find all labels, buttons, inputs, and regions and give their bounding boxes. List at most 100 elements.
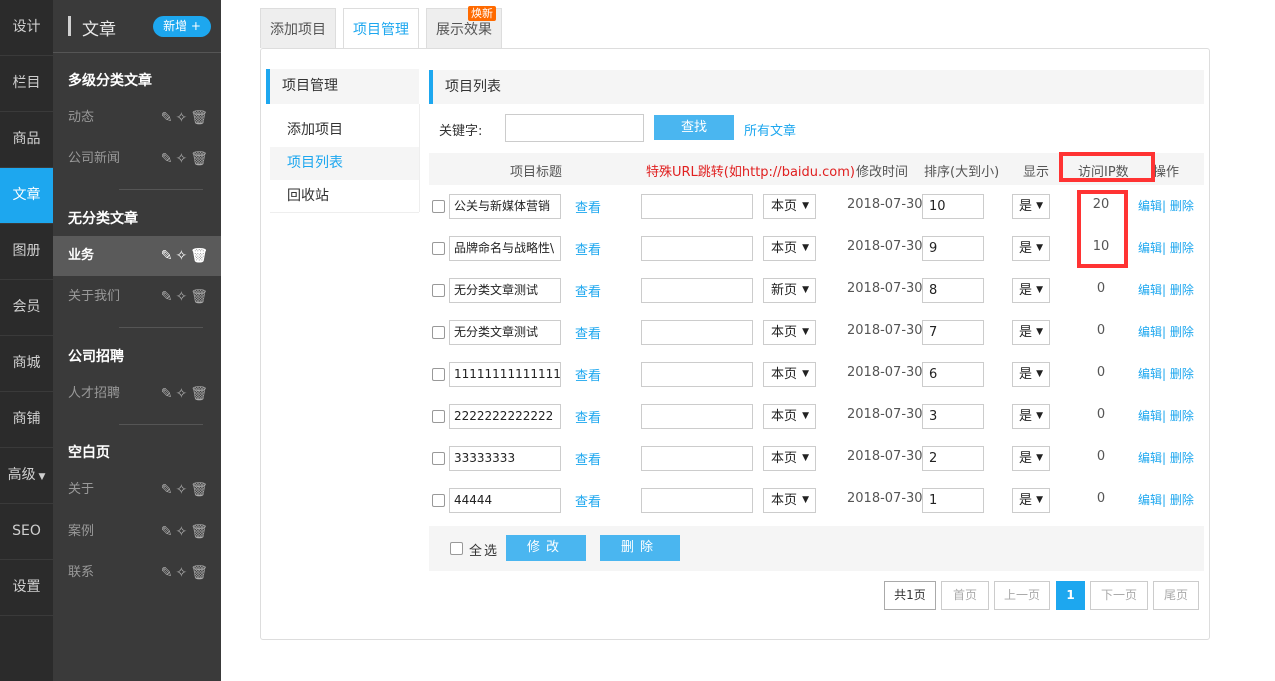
delete-link[interactable]: 删除 <box>1170 493 1194 507</box>
row-checkbox[interactable] <box>432 368 445 381</box>
order-field[interactable]: 3 <box>922 404 984 429</box>
trash-icon[interactable]: 🗑 <box>190 386 211 402</box>
view-link[interactable]: 查看 <box>575 491 601 510</box>
tab-project-manage[interactable]: 项目管理 <box>343 8 419 49</box>
url-field[interactable] <box>641 362 753 387</box>
show-select[interactable]: 是 ▼ <box>1012 278 1050 303</box>
select-all-checkbox[interactable] <box>450 542 463 555</box>
order-field[interactable]: 2 <box>922 446 984 471</box>
view-link[interactable]: 查看 <box>575 281 601 300</box>
pencil-icon[interactable]: ✎ <box>161 110 176 126</box>
magic-wand-icon[interactable]: ✧ <box>175 151 190 167</box>
page-prev-button[interactable]: 上一页 <box>994 581 1050 610</box>
delete-link[interactable]: 删除 <box>1170 367 1194 381</box>
title-field[interactable]: 44444 <box>449 488 561 513</box>
row-checkbox[interactable] <box>432 200 445 213</box>
edit-link[interactable]: 编辑 <box>1138 199 1162 213</box>
edit-link[interactable]: 编辑 <box>1138 325 1162 339</box>
title-field[interactable]: 无分类文章测试 <box>449 320 561 345</box>
edit-link[interactable]: 编辑 <box>1138 451 1162 465</box>
show-select[interactable]: 是 ▼ <box>1012 488 1050 513</box>
edit-link[interactable]: 编辑 <box>1138 493 1162 507</box>
target-select[interactable]: 本页 ▼ <box>763 320 816 345</box>
pencil-icon[interactable]: ✎ <box>161 482 176 498</box>
edit-link[interactable]: 编辑 <box>1138 409 1162 423</box>
sidebar-item[interactable]: 公司新闻 ✎✧🗑 <box>53 139 221 179</box>
url-field[interactable] <box>641 236 753 261</box>
magic-wand-icon[interactable]: ✧ <box>175 289 190 305</box>
magic-wand-icon[interactable]: ✧ <box>175 524 190 540</box>
magic-wand-icon[interactable]: ✧ <box>175 248 190 264</box>
nav-item-8[interactable]: 高级 ▼ <box>0 448 53 504</box>
row-checkbox[interactable] <box>432 452 445 465</box>
show-select[interactable]: 是 ▼ <box>1012 446 1050 471</box>
target-select[interactable]: 新页 ▼ <box>763 278 816 303</box>
magic-wand-icon[interactable]: ✧ <box>175 482 190 498</box>
delete-link[interactable]: 删除 <box>1170 325 1194 339</box>
page-last-button[interactable]: 尾页 <box>1153 581 1199 610</box>
pencil-icon[interactable]: ✎ <box>161 289 176 305</box>
trash-icon[interactable]: 🗑 <box>190 110 211 126</box>
pencil-icon[interactable]: ✎ <box>161 151 176 167</box>
view-link[interactable]: 查看 <box>575 197 601 216</box>
title-field[interactable]: 无分类文章测试 <box>449 278 561 303</box>
order-field[interactable]: 1 <box>922 488 984 513</box>
row-checkbox[interactable] <box>432 410 445 423</box>
tab-add-project[interactable]: 添加项目 <box>260 8 336 48</box>
row-checkbox[interactable] <box>432 326 445 339</box>
keyword-input[interactable] <box>505 114 644 142</box>
trash-icon[interactable]: 🗑 <box>190 482 211 498</box>
sidebar-item[interactable]: 动态 ✎✧🗑 <box>53 98 221 138</box>
show-select[interactable]: 是 ▼ <box>1012 236 1050 261</box>
target-select[interactable]: 本页 ▼ <box>763 404 816 429</box>
trash-icon[interactable]: 🗑 <box>190 151 211 167</box>
order-field[interactable]: 10 <box>922 194 984 219</box>
sidebar-item[interactable]: 关于 ✎✧🗑 <box>53 470 221 510</box>
row-checkbox[interactable] <box>432 494 445 507</box>
target-select[interactable]: 本页 ▼ <box>763 362 816 387</box>
title-field[interactable]: 11111111111111111 <box>449 362 561 387</box>
delete-link[interactable]: 删除 <box>1170 241 1194 255</box>
nav-item-1[interactable]: 栏目 <box>0 56 53 112</box>
trash-icon[interactable]: 🗑 <box>190 565 211 581</box>
magic-wand-icon[interactable]: ✧ <box>175 110 190 126</box>
nav-item-5[interactable]: 会员 <box>0 280 53 336</box>
row-checkbox[interactable] <box>432 242 445 255</box>
nav-item-3[interactable]: 文章 <box>0 168 53 224</box>
edit-link[interactable]: 编辑 <box>1138 241 1162 255</box>
submenu-item-list[interactable]: 项目列表 <box>270 147 419 180</box>
nav-item-6[interactable]: 商城 <box>0 336 53 392</box>
all-articles-link[interactable]: 所有文章 <box>744 120 796 139</box>
view-link[interactable]: 查看 <box>575 407 601 426</box>
pencil-icon[interactable]: ✎ <box>161 524 176 540</box>
url-field[interactable] <box>641 194 753 219</box>
batch-delete-button[interactable]: 删除 <box>600 535 680 561</box>
show-select[interactable]: 是 ▼ <box>1012 320 1050 345</box>
delete-link[interactable]: 删除 <box>1170 409 1194 423</box>
trash-icon[interactable]: 🗑 <box>190 289 211 305</box>
magic-wand-icon[interactable]: ✧ <box>175 386 190 402</box>
modify-button[interactable]: 修改 <box>506 535 586 561</box>
nav-item-2[interactable]: 商品 <box>0 112 53 168</box>
url-field[interactable] <box>641 404 753 429</box>
edit-link[interactable]: 编辑 <box>1138 367 1162 381</box>
url-field[interactable] <box>641 488 753 513</box>
view-link[interactable]: 查看 <box>575 365 601 384</box>
magic-wand-icon[interactable]: ✧ <box>175 565 190 581</box>
trash-icon[interactable]: 🗑 <box>190 524 211 540</box>
show-select[interactable]: 是 ▼ <box>1012 194 1050 219</box>
edit-link[interactable]: 编辑 <box>1138 283 1162 297</box>
pencil-icon[interactable]: ✎ <box>161 248 176 264</box>
nav-item-4[interactable]: 图册 <box>0 224 53 280</box>
trash-icon[interactable]: 🗑 <box>190 248 211 264</box>
title-field[interactable]: 品牌命名与战略性\ <box>449 236 561 261</box>
page-current[interactable]: 1 <box>1056 581 1085 610</box>
order-field[interactable]: 7 <box>922 320 984 345</box>
submenu-item-trash[interactable]: 回收站 <box>270 180 419 213</box>
view-link[interactable]: 查看 <box>575 449 601 468</box>
submenu-item-add[interactable]: 添加项目 <box>270 114 419 147</box>
sidebar-item[interactable]: 案例 ✎✧🗑 <box>53 512 221 552</box>
add-category-button[interactable]: 新增 + <box>153 16 211 37</box>
sidebar-item[interactable]: 关于我们 ✎✧🗑 <box>53 277 221 317</box>
view-link[interactable]: 查看 <box>575 239 601 258</box>
